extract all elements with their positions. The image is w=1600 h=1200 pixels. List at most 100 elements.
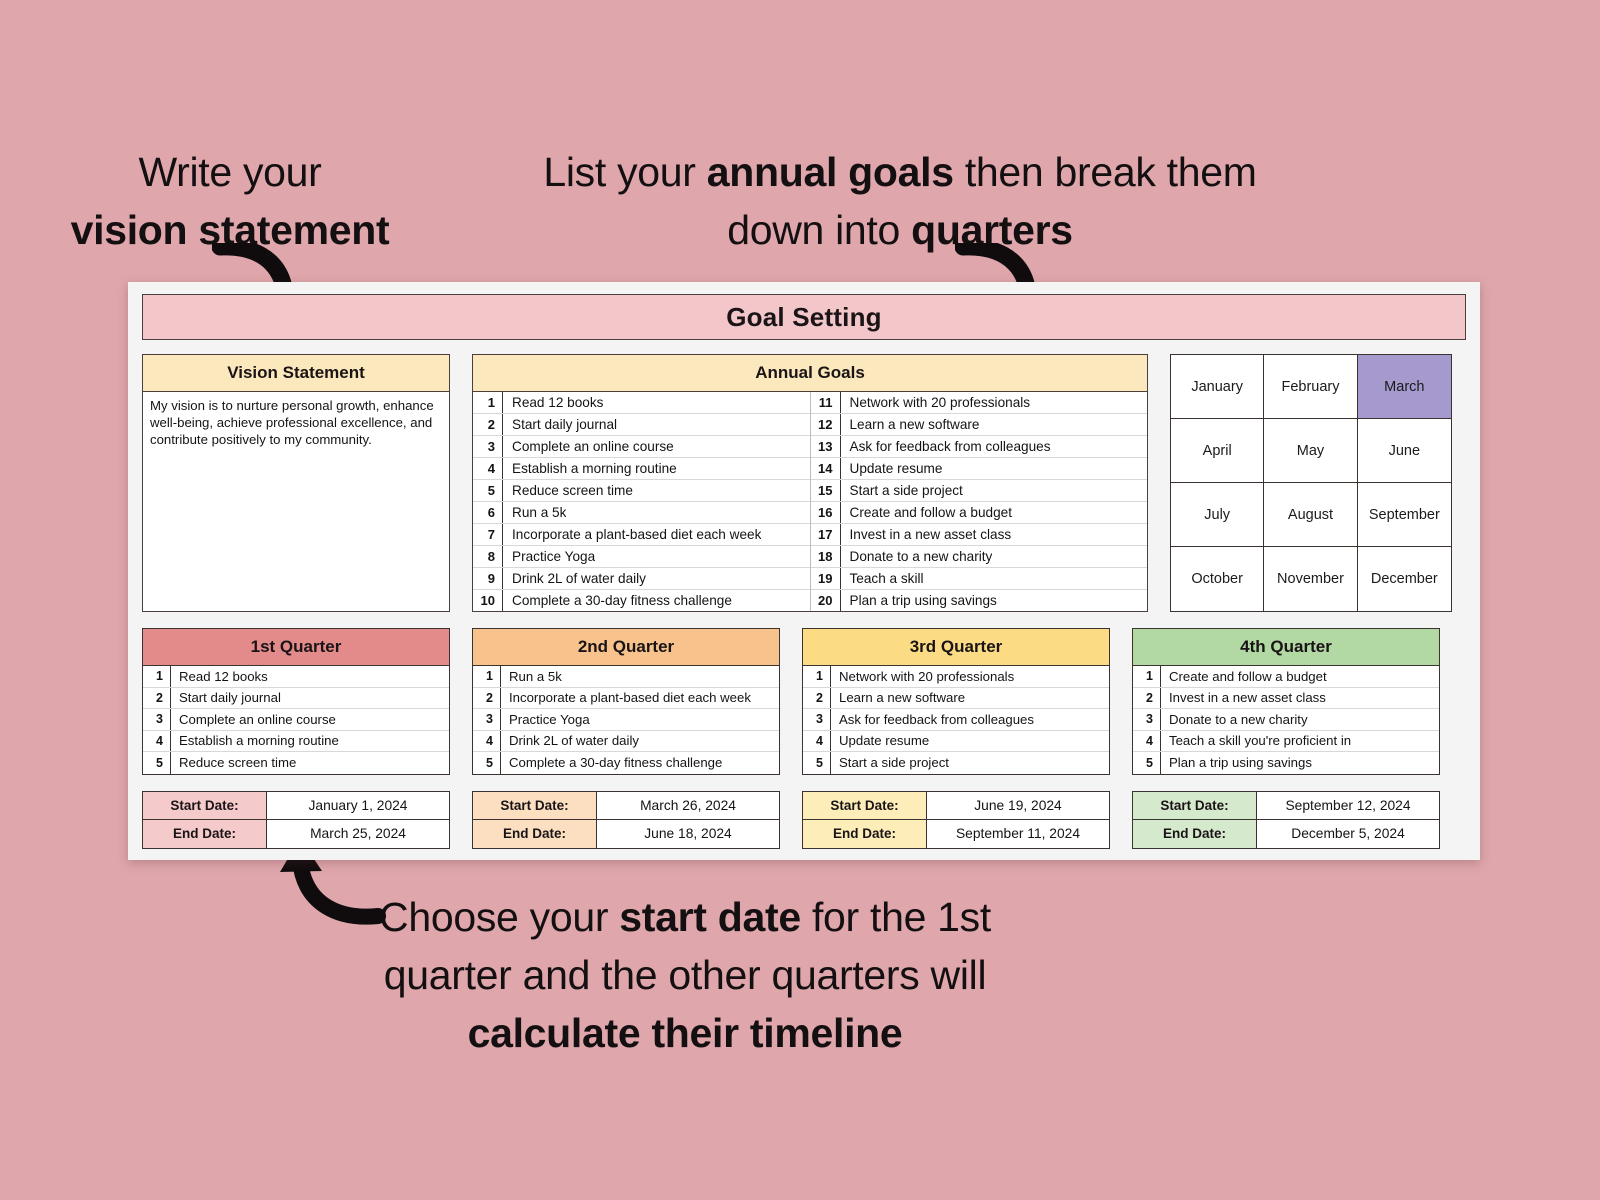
quarter-goal-row[interactable]: 5 Reduce screen time bbox=[143, 752, 449, 774]
annual-goal-text[interactable]: Invest in a new asset class bbox=[841, 527, 1012, 542]
month-cell-july[interactable]: July bbox=[1171, 483, 1265, 547]
quarter-goal-text[interactable]: Practice Yoga bbox=[501, 712, 590, 727]
quarter-goal-text[interactable]: Start daily journal bbox=[171, 690, 281, 705]
end-date-value[interactable]: June 18, 2024 bbox=[597, 819, 779, 848]
annual-goal-row[interactable]: 11 Network with 20 professionals bbox=[810, 392, 1147, 414]
annual-goal-text[interactable]: Incorporate a plant-based diet each week bbox=[503, 527, 761, 542]
quarter-goal-row[interactable]: 1 Create and follow a budget bbox=[1133, 666, 1439, 688]
month-cell-may[interactable]: May bbox=[1264, 419, 1358, 483]
quarter-goal-text[interactable]: Incorporate a plant-based diet each week bbox=[501, 690, 751, 705]
month-cell-september[interactable]: September bbox=[1357, 483, 1451, 547]
quarter-goal-row[interactable]: 5 Plan a trip using savings bbox=[1133, 752, 1439, 774]
quarter-goal-text[interactable]: Donate to a new charity bbox=[1161, 712, 1308, 727]
month-cell-january[interactable]: January bbox=[1171, 355, 1265, 419]
start-date-value[interactable]: June 19, 2024 bbox=[927, 791, 1109, 819]
annual-goal-text[interactable]: Run a 5k bbox=[503, 505, 566, 520]
quarter-goal-text[interactable]: Ask for feedback from colleagues bbox=[831, 712, 1034, 727]
annual-goal-row[interactable]: 8 Practice Yoga bbox=[473, 546, 810, 568]
quarter-goal-text[interactable]: Start a side project bbox=[831, 755, 949, 770]
annual-goal-row[interactable]: 3 Complete an online course bbox=[473, 436, 810, 458]
start-date-value[interactable]: January 1, 2024 bbox=[267, 791, 449, 819]
quarter-goal-text[interactable]: Run a 5k bbox=[501, 669, 562, 684]
quarter-goal-row[interactable]: 4 Establish a morning routine bbox=[143, 730, 449, 752]
quarter-goal-text[interactable]: Invest in a new asset class bbox=[1161, 690, 1326, 705]
quarter-goal-row[interactable]: 5 Complete a 30-day fitness challenge bbox=[473, 752, 779, 774]
annual-goal-text[interactable]: Drink 2L of water daily bbox=[503, 571, 646, 586]
annual-goal-row[interactable]: 1 Read 12 books bbox=[473, 392, 810, 414]
annual-goal-row[interactable]: 16 Create and follow a budget bbox=[810, 502, 1147, 524]
quarter-goal-text[interactable]: Read 12 books bbox=[171, 669, 268, 684]
quarter-goal-text[interactable]: Update resume bbox=[831, 733, 929, 748]
annual-goal-row[interactable]: 15 Start a side project bbox=[810, 480, 1147, 502]
quarter-goal-text[interactable]: Create and follow a budget bbox=[1161, 669, 1327, 684]
annual-goal-text[interactable]: Plan a trip using savings bbox=[841, 593, 997, 608]
quarter-goal-row[interactable]: 1 Run a 5k bbox=[473, 666, 779, 688]
quarter-goal-text[interactable]: Complete a 30-day fitness challenge bbox=[501, 755, 722, 770]
annual-goal-text[interactable]: Complete a 30-day fitness challenge bbox=[503, 593, 732, 608]
annual-goal-text[interactable]: Reduce screen time bbox=[503, 483, 633, 498]
quarter-goal-row[interactable]: 3 Ask for feedback from colleagues bbox=[803, 709, 1109, 731]
month-cell-february[interactable]: February bbox=[1264, 355, 1358, 419]
month-cell-october[interactable]: October bbox=[1171, 547, 1265, 611]
end-date-value[interactable]: September 11, 2024 bbox=[927, 819, 1109, 848]
annual-goal-text[interactable]: Learn a new software bbox=[841, 417, 980, 432]
annual-goal-text[interactable]: Donate to a new charity bbox=[841, 549, 993, 564]
quarter-goal-text[interactable]: Learn a new software bbox=[831, 690, 965, 705]
annual-goal-row[interactable]: 9 Drink 2L of water daily bbox=[473, 568, 810, 590]
quarter-goal-row[interactable]: 4 Drink 2L of water daily bbox=[473, 730, 779, 752]
annual-goal-text[interactable]: Read 12 books bbox=[503, 395, 603, 410]
annual-goal-row[interactable]: 14 Update resume bbox=[810, 458, 1147, 480]
start-date-value[interactable]: September 12, 2024 bbox=[1257, 791, 1439, 819]
month-cell-august[interactable]: August bbox=[1264, 483, 1358, 547]
annual-goal-row[interactable]: 12 Learn a new software bbox=[810, 414, 1147, 436]
annual-goal-text[interactable]: Start a side project bbox=[841, 483, 963, 498]
annual-goal-row[interactable]: 18 Donate to a new charity bbox=[810, 546, 1147, 568]
quarter-goal-text[interactable]: Complete an online course bbox=[171, 712, 336, 727]
annual-goal-text[interactable]: Update resume bbox=[841, 461, 943, 476]
quarter-goal-row[interactable]: 1 Read 12 books bbox=[143, 666, 449, 688]
vision-statement-input[interactable]: My vision is to nurture personal growth,… bbox=[142, 392, 450, 612]
quarter-goal-row[interactable]: 5 Start a side project bbox=[803, 752, 1109, 774]
quarter-goal-row[interactable]: 3 Practice Yoga bbox=[473, 709, 779, 731]
quarter-goal-text[interactable]: Teach a skill you're proficient in bbox=[1161, 733, 1351, 748]
quarter-goal-text[interactable]: Drink 2L of water daily bbox=[501, 733, 639, 748]
annual-goal-text[interactable]: Network with 20 professionals bbox=[841, 395, 1031, 410]
annual-goal-row[interactable]: 7 Incorporate a plant-based diet each wee… bbox=[473, 524, 810, 546]
quarter-goal-text[interactable]: Network with 20 professionals bbox=[831, 669, 1014, 684]
annual-goal-text[interactable]: Start daily journal bbox=[503, 417, 617, 432]
annual-goal-text[interactable]: Practice Yoga bbox=[503, 549, 595, 564]
quarter-goal-row[interactable]: 2 Learn a new software bbox=[803, 687, 1109, 709]
quarter-goal-row[interactable]: 2 Invest in a new asset class bbox=[1133, 687, 1439, 709]
month-cell-march[interactable]: March bbox=[1357, 355, 1451, 419]
annual-goal-text[interactable]: Ask for feedback from colleagues bbox=[841, 439, 1051, 454]
end-date-value[interactable]: March 25, 2024 bbox=[267, 819, 449, 848]
month-cell-november[interactable]: November bbox=[1264, 547, 1358, 611]
quarter-goal-text[interactable]: Reduce screen time bbox=[171, 755, 296, 770]
quarter-goal-row[interactable]: 3 Donate to a new charity bbox=[1133, 709, 1439, 731]
annual-goal-row[interactable]: 13 Ask for feedback from colleagues bbox=[810, 436, 1147, 458]
start-date-value[interactable]: March 26, 2024 bbox=[597, 791, 779, 819]
annual-goal-text[interactable]: Create and follow a budget bbox=[841, 505, 1012, 520]
annual-goal-row[interactable]: 20 Plan a trip using savings bbox=[811, 590, 1148, 611]
annual-goal-row[interactable]: 10 Complete a 30-day fitness challenge bbox=[473, 590, 810, 611]
month-cell-december[interactable]: December bbox=[1357, 547, 1451, 611]
quarter-goal-row[interactable]: 4 Teach a skill you're proficient in bbox=[1133, 730, 1439, 752]
annual-goal-text[interactable]: Complete an online course bbox=[503, 439, 674, 454]
annual-goal-row[interactable]: 17 Invest in a new asset class bbox=[810, 524, 1147, 546]
month-cell-april[interactable]: April bbox=[1171, 419, 1265, 483]
month-cell-june[interactable]: June bbox=[1357, 419, 1451, 483]
annual-goal-row[interactable]: 6 Run a 5k bbox=[473, 502, 810, 524]
annual-goal-row[interactable]: 19 Teach a skill bbox=[810, 568, 1147, 590]
quarter-goal-row[interactable]: 1 Network with 20 professionals bbox=[803, 666, 1109, 688]
annual-goal-row[interactable]: 2 Start daily journal bbox=[473, 414, 810, 436]
quarter-goal-row[interactable]: 2 Start daily journal bbox=[143, 687, 449, 709]
annual-goal-row[interactable]: 4 Establish a morning routine bbox=[473, 458, 810, 480]
quarter-goal-row[interactable]: 2 Incorporate a plant-based diet each wee… bbox=[473, 687, 779, 709]
quarter-goal-text[interactable]: Establish a morning routine bbox=[171, 733, 339, 748]
quarter-goal-text[interactable]: Plan a trip using savings bbox=[1161, 755, 1312, 770]
annual-goal-row[interactable]: 5 Reduce screen time bbox=[473, 480, 810, 502]
annual-goal-text[interactable]: Establish a morning routine bbox=[503, 461, 677, 476]
quarter-goal-row[interactable]: 3 Complete an online course bbox=[143, 709, 449, 731]
annual-goal-text[interactable]: Teach a skill bbox=[841, 571, 924, 586]
quarter-goal-row[interactable]: 4 Update resume bbox=[803, 730, 1109, 752]
